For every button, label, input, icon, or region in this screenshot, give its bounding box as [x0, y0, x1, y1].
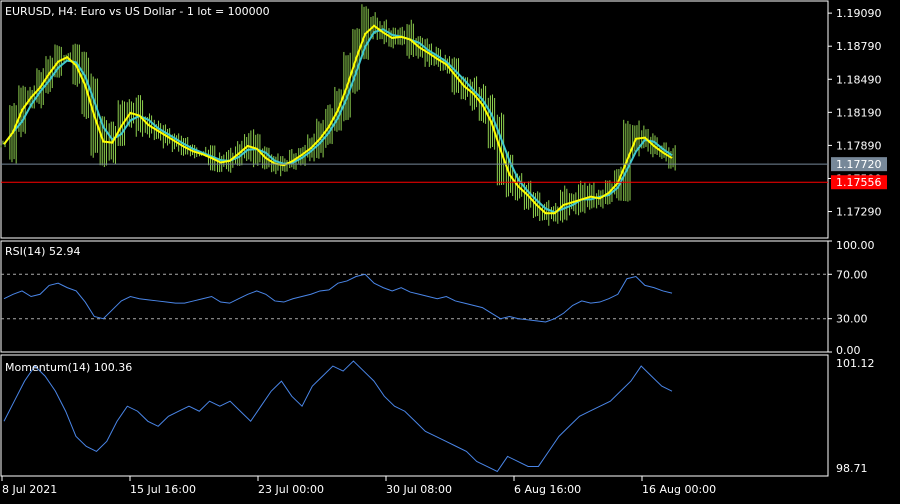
x-tick-label: 15 Jul 16:00: [130, 483, 196, 496]
rsi-tick-label: 100.00: [836, 239, 875, 252]
x-tick-label: 8 Jul 2021: [2, 483, 57, 496]
bid-price-label: 1.17720: [836, 158, 882, 171]
trading-chart: 1.19090 1.18790 1.18490 1.18190 1.17890 1.175…: [0, 0, 900, 500]
price-tick-label: 1.17890: [836, 139, 882, 152]
price-tick-label: 1.19090: [836, 7, 882, 20]
rsi-line: [3, 273, 673, 323]
rsi-tick-label: 0.00: [836, 344, 861, 357]
rsi-tick-label: 30.00: [836, 313, 868, 326]
x-tick-label: 23 Jul 00:00: [258, 483, 324, 496]
price-tick-label: 1.18790: [836, 40, 882, 53]
momentum-line: [3, 360, 673, 473]
ask-price-label: 1.17556: [836, 176, 882, 189]
x-tick-label: 30 Jul 08:00: [386, 483, 452, 496]
price-tick-label: 1.18190: [836, 106, 882, 119]
main-chart-title: EURUSD, H4: Euro vs US Dollar - 1 lot = …: [5, 5, 270, 18]
chart-canvas: 1.19090 1.18790 1.18490 1.18190 1.17890 1.175…: [0, 0, 887, 496]
momentum-tick-label: 98.71: [836, 462, 868, 475]
price-tick-label: 1.17290: [836, 206, 882, 219]
pane-border-1: [0, 240, 829, 353]
price-tick-label: 1.18490: [836, 73, 882, 86]
rsi-title: RSI(14) 52.94: [5, 245, 80, 258]
x-tick-label: 16 Aug 00:00: [642, 483, 716, 496]
x-tick-label: 6 Aug 16:00: [514, 483, 581, 496]
momentum-title: Momentum(14) 100.36: [5, 361, 132, 374]
momentum-tick-label: 101.12: [836, 357, 875, 370]
rsi-tick-label: 70.00: [836, 268, 868, 281]
